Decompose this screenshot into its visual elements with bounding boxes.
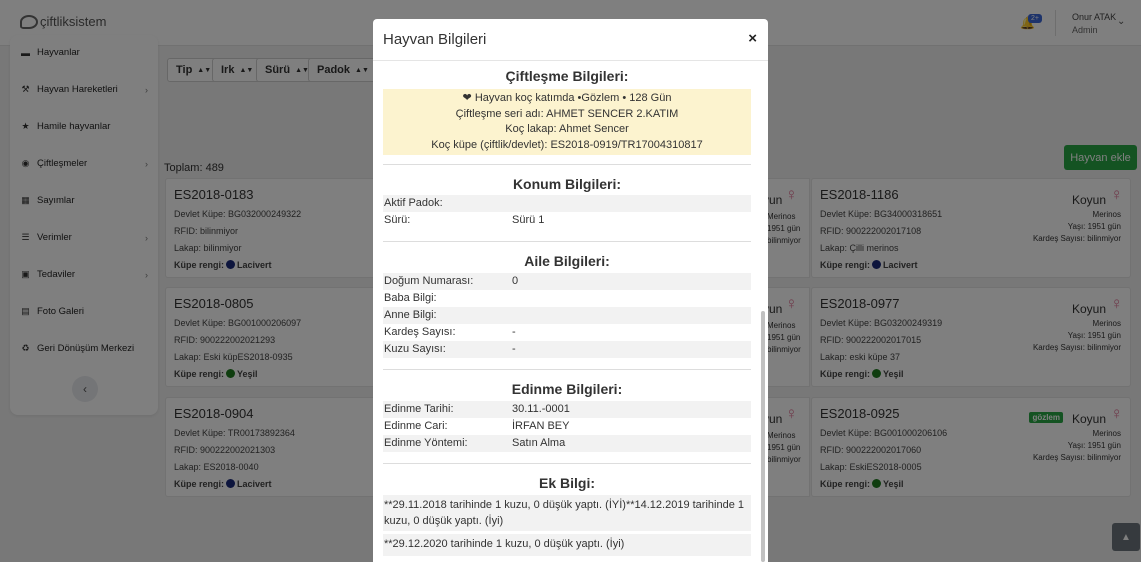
info-value: Sürü 1 xyxy=(512,214,545,226)
mating-line: Koç küpe (çiftlik/devlet): ES2018-0919/T… xyxy=(431,138,703,151)
info-row: Edinme Yöntemi: Satın Alma xyxy=(383,435,751,452)
close-icon[interactable]: × xyxy=(748,30,757,47)
info-value: Satın Alma xyxy=(512,437,566,449)
info-value: İRFAN BEY xyxy=(512,420,570,432)
info-value: 0 xyxy=(512,275,519,287)
extra-note: **29.12.2020 tarihinde 1 kuzu, 0 düşük y… xyxy=(383,534,751,556)
info-value: - xyxy=(512,343,516,355)
info-key: Kardeş Sayısı: xyxy=(384,326,456,338)
info-row: Baba Bilgi: xyxy=(383,290,751,307)
mating-line: Koç lakap: Ahmet Sencer xyxy=(505,123,629,135)
info-row: Anne Bilgi: xyxy=(383,307,751,324)
mating-info-box: ❤ Hayvan koç katımda •Gözlem • 128 Gün Ç… xyxy=(383,89,751,155)
info-key: Aktif Padok: xyxy=(384,197,443,209)
section-divider xyxy=(383,164,751,165)
modal-body: Çiftleşme Bilgileri: ❤ Hayvan koç katımd… xyxy=(373,61,768,562)
info-value: - xyxy=(512,326,516,338)
info-key: Edinme Cari: xyxy=(384,420,448,432)
modal-scrollbar[interactable] xyxy=(761,311,765,562)
info-row: Edinme Cari: İRFAN BEY xyxy=(383,418,751,435)
info-row: Edinme Tarihi: 30.11.-0001 xyxy=(383,401,751,418)
mating-line: ❤ Hayvan koç katımda •Gözlem • 128 Gün xyxy=(462,92,672,104)
section-title-family: Aile Bilgileri: xyxy=(524,253,610,269)
section-divider xyxy=(383,241,751,242)
extra-note: **29.11.2018 tarihinde 1 kuzu, 0 düşük y… xyxy=(383,495,751,531)
info-row: Kuzu Sayısı: - xyxy=(383,341,751,358)
info-key: Baba Bilgi: xyxy=(384,292,437,304)
section-title-extra: Ek Bilgi: xyxy=(538,475,595,491)
modal-title: Hayvan Bilgileri xyxy=(383,31,487,48)
section-title-location: Konum Bilgileri: xyxy=(512,176,622,192)
info-key: Edinme Tarihi: xyxy=(384,403,454,415)
section-title-mating: Çiftleşme Bilgileri: xyxy=(505,68,629,84)
section-divider xyxy=(383,369,751,370)
animal-info-modal: Hayvan Bilgileri × Çiftleşme Bilgileri: … xyxy=(373,19,768,562)
modal-header: Hayvan Bilgileri × xyxy=(373,19,768,61)
info-value: 30.11.-0001 xyxy=(512,403,570,415)
info-key: Doğum Numarası: xyxy=(384,275,474,287)
info-key: Kuzu Sayısı: xyxy=(384,343,446,355)
info-row: Kardeş Sayısı: - xyxy=(383,324,751,341)
info-row: Sürü: Sürü 1 xyxy=(383,212,751,229)
section-divider xyxy=(383,463,751,464)
info-key: Edinme Yöntemi: xyxy=(384,437,468,449)
section-title-acquisition: Edinme Bilgileri: xyxy=(511,381,623,397)
info-key: Sürü: xyxy=(384,214,411,226)
info-row: Aktif Padok: xyxy=(383,195,751,212)
mating-line: Çiftleşme seri adı: AHMET SENCER 2.KATIM xyxy=(455,107,679,120)
info-row: Doğum Numarası: 0 xyxy=(383,273,751,290)
info-key: Anne Bilgi: xyxy=(384,309,437,321)
